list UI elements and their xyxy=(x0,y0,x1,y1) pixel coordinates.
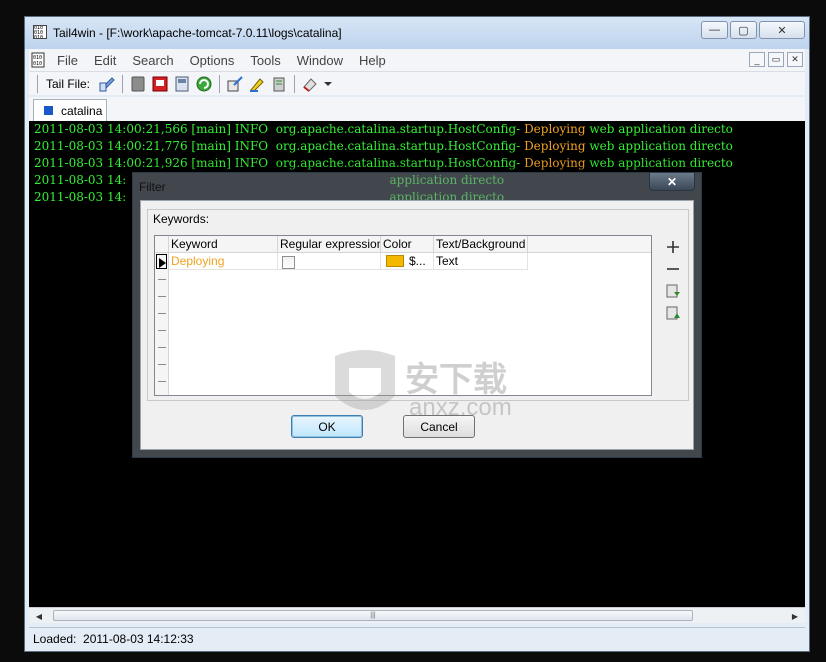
minimize-button[interactable]: — xyxy=(701,21,728,39)
menu-search[interactable]: Search xyxy=(124,53,181,68)
scroll-left-arrow[interactable]: ◀ xyxy=(31,608,47,624)
minimize-icon: — xyxy=(709,24,720,36)
export-keywords-button[interactable] xyxy=(663,303,683,323)
keywords-label: Keywords: xyxy=(153,212,210,226)
pdf-icon[interactable] xyxy=(151,75,169,93)
log-line-highlight: Deploying xyxy=(524,139,586,153)
filter-icon[interactable] xyxy=(270,75,288,93)
settings-icon[interactable] xyxy=(226,75,244,93)
column-header-color[interactable]: Color xyxy=(381,236,434,253)
log-line: 2011-08-03 14:00:21,776 [main] INFO org.… xyxy=(29,138,805,155)
toolbar-separator xyxy=(219,74,221,93)
log-line: 2011-08-03 14:00:21,566 [main] INFO org.… xyxy=(29,121,805,138)
scroll-right-arrow[interactable]: ▶ xyxy=(787,608,803,624)
toolbar-separator xyxy=(122,74,124,93)
mdi-close-button[interactable]: ✕ xyxy=(787,52,803,67)
log-line-suffix: web application directo xyxy=(585,122,733,136)
keywords-group: Keywords: Keyword Regular expression Col… xyxy=(147,209,689,421)
maximize-icon: ▢ xyxy=(738,24,749,37)
scroll-thumb[interactable]: ||| xyxy=(53,610,693,621)
keywords-grid[interactable]: Keyword Regular expression Color Text/Ba… xyxy=(154,235,652,421)
dialog-title: Filter xyxy=(139,180,166,194)
add-keyword-button[interactable] xyxy=(663,237,683,257)
toolbar-separator xyxy=(294,74,296,93)
close-icon: ✕ xyxy=(777,24,787,37)
toolbar: Tail File: xyxy=(29,71,805,95)
menu-options[interactable]: Options xyxy=(182,53,243,68)
remove-icon xyxy=(667,268,679,270)
log-line-text: 2011-08-03 14:00:21,776 [main] INFO org.… xyxy=(34,139,525,153)
row-indicator-column xyxy=(155,253,169,395)
chevron-down-icon[interactable] xyxy=(323,75,333,93)
log-line-text: 2011-08-03 14: xyxy=(34,173,127,187)
menu-bar: 010 010 File Edit Search Options Tools Wi… xyxy=(29,49,805,71)
svg-text:010: 010 xyxy=(33,61,42,67)
file-tab-icon xyxy=(44,106,53,115)
close-button[interactable]: ✕ xyxy=(759,21,805,39)
cell-keyword[interactable]: Deploying xyxy=(169,253,278,270)
column-header-text-background[interactable]: Text/Background xyxy=(434,236,528,253)
cell-text-background[interactable]: Text xyxy=(434,253,528,270)
current-row-indicator xyxy=(156,254,167,269)
app-icon[interactable]: 010 010 010 xyxy=(33,25,47,39)
watermark: 安下载 anxz.com xyxy=(325,346,545,426)
import-icon xyxy=(666,284,680,298)
cell-regex[interactable] xyxy=(278,253,381,270)
tab-catalina[interactable]: catalina xyxy=(33,99,107,121)
arrow-right-icon xyxy=(159,258,166,268)
menu-file[interactable]: File xyxy=(49,53,86,68)
log-line-highlight: Deploying xyxy=(524,122,586,136)
add-icon xyxy=(667,241,679,253)
refresh-icon[interactable] xyxy=(195,75,213,93)
status-text: Loaded: 2011-08-03 14:12:33 xyxy=(33,631,194,646)
grid-header: Keyword Regular expression Color Text/Ba… xyxy=(155,236,651,253)
tab-strip: catalina xyxy=(29,97,805,121)
cell-color[interactable]: $... xyxy=(381,253,434,270)
stop-icon[interactable] xyxy=(129,75,147,93)
export-icon xyxy=(666,306,680,320)
menu-window[interactable]: Window xyxy=(289,53,351,68)
window-title: Tail4win - [F:\work\apache-tomcat-7.0.11… xyxy=(53,26,342,40)
dialog-close-button[interactable]: ✕ xyxy=(649,173,695,191)
row-header-corner xyxy=(155,236,169,253)
log-line-text: 2011-08-03 14:00:21,926 [main] INFO org.… xyxy=(34,156,525,170)
toolbar-grip xyxy=(37,74,38,93)
log-line-text: 2011-08-03 14: xyxy=(34,190,127,204)
open-file-icon[interactable] xyxy=(98,75,116,93)
save-icon[interactable] xyxy=(173,75,191,93)
log-line: 2011-08-03 14:00:21,926 [main] INFO org.… xyxy=(29,155,805,172)
tail-file-label: Tail File: xyxy=(46,76,91,91)
status-bar: Loaded: 2011-08-03 14:12:33 xyxy=(29,627,805,649)
clear-icon[interactable] xyxy=(301,75,319,93)
menu-help[interactable]: Help xyxy=(351,53,394,68)
cancel-button[interactable]: Cancel xyxy=(403,415,475,438)
filter-dialog: Filter ✕ Keywords: Keyword Regular expre… xyxy=(132,172,702,458)
horizontal-scrollbar[interactable]: ◀ ||| ▶ xyxy=(29,607,805,623)
column-header-keyword[interactable]: Keyword xyxy=(169,236,278,253)
mdi-restore-button[interactable]: ▭ xyxy=(768,52,784,67)
ok-button[interactable]: OK xyxy=(291,415,363,438)
import-keywords-button[interactable] xyxy=(663,281,683,301)
remove-keyword-button[interactable] xyxy=(663,259,683,279)
close-icon: ✕ xyxy=(666,174,678,189)
log-line-suffix: web application directo xyxy=(585,139,733,153)
menu-edit[interactable]: Edit xyxy=(86,53,124,68)
highlight-icon[interactable] xyxy=(248,75,266,93)
log-line-highlight: Deploying xyxy=(524,156,586,170)
title-bar[interactable]: 010 010 010 Tail4win - [F:\work\apache-tom… xyxy=(25,17,809,49)
dialog-body: Keywords: Keyword Regular expression Col… xyxy=(140,200,694,450)
maximize-button[interactable]: ▢ xyxy=(730,21,757,39)
menu-tools[interactable]: Tools xyxy=(242,53,288,68)
color-swatch[interactable] xyxy=(386,255,404,267)
regex-checkbox[interactable] xyxy=(282,256,295,269)
menu-grip-icon: 010 010 xyxy=(31,52,45,68)
log-line-text: 2011-08-03 14:00:21,566 [main] INFO org.… xyxy=(34,122,525,136)
column-header-regex[interactable]: Regular expression xyxy=(278,236,381,253)
log-line-suffix: web application directo xyxy=(585,156,733,170)
mdi-minimize-button[interactable]: _ xyxy=(749,52,765,67)
color-picker-ellipsis[interactable]: $... xyxy=(409,253,426,269)
tab-label: catalina xyxy=(61,103,103,118)
